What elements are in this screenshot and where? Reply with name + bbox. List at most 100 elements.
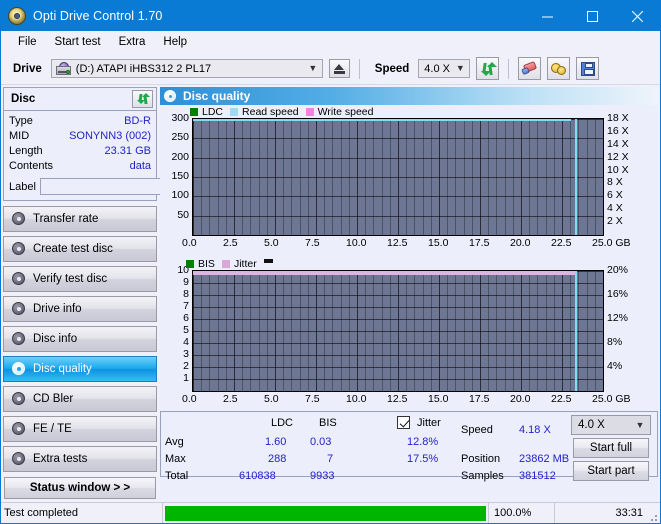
sidebar-item-fe-te[interactable]: FE / TE xyxy=(3,416,157,442)
x-tick-label: 5.0 xyxy=(264,237,279,249)
legend-swatch-write-speed xyxy=(305,108,314,116)
read-speed-segment xyxy=(258,119,276,121)
stats-jitter-avg: 12.8% xyxy=(407,436,439,448)
read-speed-segment xyxy=(439,119,457,121)
minimize-button[interactable] xyxy=(525,1,570,31)
sidebar-item-disc-info[interactable]: Disc info xyxy=(3,326,157,352)
x-tick-label: 25.0 GB xyxy=(592,393,631,405)
chevron-down-icon: ▼ xyxy=(635,420,645,430)
sidebar-item-cd-bler[interactable]: CD Bler xyxy=(3,386,157,412)
x-tick-label: 5.0 xyxy=(264,393,279,405)
window-controls xyxy=(525,1,660,31)
chart2-plot-area xyxy=(192,270,604,392)
disc-row-key: Type xyxy=(9,115,33,127)
disc-row-length: Length 23.31 GB xyxy=(9,144,151,159)
menu-file[interactable]: File xyxy=(9,34,46,50)
start-part-button[interactable]: Start part xyxy=(573,461,649,481)
speed-label: Speed xyxy=(374,62,410,75)
x-tick-label: 0.0 xyxy=(182,393,197,405)
disc-row-key: Contents xyxy=(9,160,54,172)
disc-row-contents: Contents data xyxy=(9,159,151,174)
window-title: Opti Drive Control 1.70 xyxy=(33,9,163,23)
legend-swatch-jitter xyxy=(221,260,230,268)
sidebar-item-verify-test-disc[interactable]: Verify test disc xyxy=(3,266,157,292)
close-button[interactable] xyxy=(615,1,660,31)
save-button[interactable] xyxy=(576,57,600,80)
disc-icon xyxy=(11,452,26,466)
stats-row-max: Max xyxy=(165,453,186,465)
menu-start-test[interactable]: Start test xyxy=(46,34,110,50)
sidebar-item-label: Disc info xyxy=(33,333,78,345)
erase-button[interactable] xyxy=(518,57,542,80)
toolbar-divider-2 xyxy=(508,58,510,79)
sidebar-item-label: Extra tests xyxy=(33,453,88,465)
disc-label-key: Label xyxy=(9,180,36,193)
stats-ldc-avg: 1.60 xyxy=(265,436,287,448)
resize-grip[interactable] xyxy=(650,503,660,523)
disc-icon xyxy=(11,242,26,256)
sidebar-item-drive-info[interactable]: Drive info xyxy=(3,296,157,322)
x-tick-label: 10.0 xyxy=(346,393,367,405)
disc-row-mid: MID SONYNN3 (002) xyxy=(9,129,151,144)
drive-select[interactable]: (D:) ATAPI iHBS312 2 PL17 ▼ xyxy=(50,59,323,78)
y-tick-label-right: 14 X xyxy=(607,137,629,150)
speed-select[interactable]: 4.0 X ▼ xyxy=(418,59,471,78)
stats-samples-value: 381512 xyxy=(519,470,556,482)
refresh-button[interactable] xyxy=(476,57,500,80)
disc-panel-title: Disc xyxy=(11,93,36,105)
y-tick-label-left: 1 xyxy=(183,372,189,384)
y-tick-label-left: 2 xyxy=(183,360,189,372)
stats-bis-total: 9933 xyxy=(310,470,335,482)
sidebar-item-extra-tests[interactable]: Extra tests xyxy=(3,446,157,472)
jitter-checkbox[interactable] xyxy=(397,416,410,429)
sidebar-item-disc-quality[interactable]: Disc quality xyxy=(3,356,157,382)
main-header: Disc quality xyxy=(160,87,658,105)
x-tick-label: 10.0 xyxy=(346,237,367,249)
stats-ldc-max: 288 xyxy=(268,453,287,465)
charts-container: LDC Read speed Write speed 0.0 2.5 5.0 7.5 1… xyxy=(160,105,658,502)
start-full-button[interactable]: Start full xyxy=(573,438,649,458)
main-panel: Disc quality LDC Read speed Write speed … xyxy=(159,85,660,502)
y-tick-label-right: 8 X xyxy=(607,176,623,189)
read-speed-segment xyxy=(406,119,424,121)
x-tick-label: 2.5 xyxy=(223,393,238,405)
read-speed-segment xyxy=(373,119,391,121)
disc-panel: Disc Type BD-R MID SONYNN3 (002) Length … xyxy=(3,87,242,201)
stats-header-bis: BIS xyxy=(319,417,337,429)
sidebar-item-transfer-rate[interactable]: Transfer rate xyxy=(3,206,157,232)
read-speed-segment xyxy=(307,119,326,121)
stats-speed-select[interactable]: 4.0 X ▼ xyxy=(571,415,651,435)
disc-row-value: 23.31 GB xyxy=(104,145,151,157)
sidebar-item-create-test-disc[interactable]: Create test disc xyxy=(3,236,157,262)
y-tick-label-right: 12% xyxy=(607,312,629,324)
sidebar-item-label: Create test disc xyxy=(33,243,113,255)
disc-row-value: BD-R xyxy=(124,115,151,127)
y-tick-label-left: 8 xyxy=(183,288,189,300)
stats-header-ldc: LDC xyxy=(271,417,294,429)
app-disc-icon xyxy=(8,7,26,25)
legend-label-bis: BIS xyxy=(198,258,215,270)
x-tick-label: 12.5 xyxy=(387,237,408,249)
legend-label-ldc: LDC xyxy=(202,106,224,118)
refresh-icon xyxy=(136,93,150,105)
disc-row-key: MID xyxy=(9,130,30,142)
x-tick-label: 20.0 xyxy=(510,237,531,249)
toolbar-divider-1 xyxy=(358,58,360,79)
disc-icon xyxy=(11,302,26,316)
eraser-icon xyxy=(520,61,538,76)
settings-button[interactable] xyxy=(547,57,571,80)
sidebar-item-label: Drive info xyxy=(33,303,82,315)
read-speed-segment xyxy=(275,119,293,121)
legend-swatch-marker xyxy=(263,258,273,263)
menu-extra[interactable]: Extra xyxy=(110,34,155,50)
disc-icon xyxy=(11,212,26,226)
status-window-button[interactable]: Status window > > xyxy=(4,477,156,499)
progress-bar-fill xyxy=(165,505,486,521)
y-tick-label-left: 150 xyxy=(171,170,189,182)
y-tick-label-right: 6 X xyxy=(607,189,623,202)
eject-button[interactable] xyxy=(328,59,350,78)
maximize-button[interactable] xyxy=(570,1,615,31)
disc-refresh-button[interactable] xyxy=(132,90,153,108)
refresh-icon xyxy=(480,61,497,76)
menu-help[interactable]: Help xyxy=(154,34,196,50)
